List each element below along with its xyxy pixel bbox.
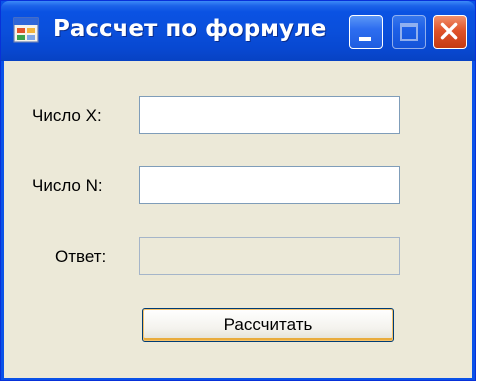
title-bar[interactable]: Рассчет по формуле	[1, 1, 475, 61]
form-app-icon	[13, 17, 39, 43]
minimize-button[interactable]	[349, 15, 383, 49]
maximize-icon	[400, 23, 418, 41]
answer-output	[139, 237, 400, 275]
calculate-button[interactable]: Рассчитать	[142, 308, 394, 342]
n-label: Число N:	[32, 176, 103, 195]
x-label: Число X:	[32, 106, 102, 125]
form-client-area: Число X: Число N: Ответ: Рассчитать	[4, 61, 472, 378]
close-icon	[440, 22, 458, 40]
x-input[interactable]	[139, 96, 400, 134]
window-title: Рассчет по формуле	[53, 16, 327, 42]
close-button[interactable]	[433, 15, 467, 49]
n-input[interactable]	[139, 166, 400, 204]
app-window: Рассчет по формуле Число X: Число N: Отв…	[0, 0, 476, 381]
minimize-icon	[359, 37, 371, 41]
maximize-button[interactable]	[392, 15, 426, 49]
answer-label: Ответ:	[55, 247, 107, 266]
